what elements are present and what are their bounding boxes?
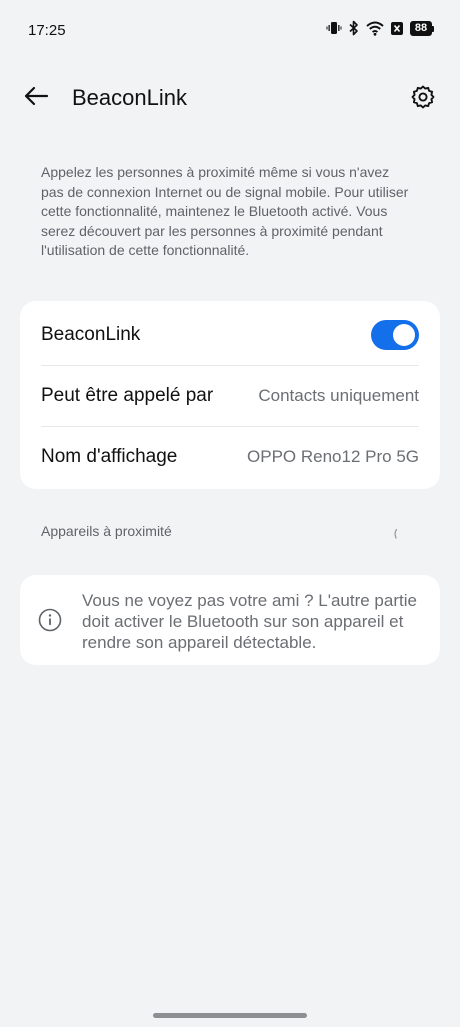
arrow-left-icon: [23, 86, 49, 111]
display-name-row[interactable]: Nom d'affichage OPPO Reno12 Pro 5G: [41, 426, 419, 487]
gear-icon: [410, 84, 436, 115]
app-bar: BeaconLink: [0, 70, 460, 126]
beaconlink-switch[interactable]: [371, 319, 419, 350]
info-icon: [38, 608, 62, 632]
display-name-label: Nom d'affichage: [41, 445, 178, 467]
info-message: Vous ne voyez pas votre ami ? L'autre pa…: [82, 591, 417, 652]
back-button[interactable]: [20, 84, 52, 112]
wifi-icon: [366, 21, 384, 36]
display-name-value: OPPO Reno12 Pro 5G: [247, 446, 419, 466]
bluetooth-icon: [348, 20, 360, 36]
switch-knob: [393, 323, 415, 346]
page-title: BeaconLink: [72, 85, 187, 110]
callable-by-label: Peut être appelé par: [41, 384, 214, 406]
loading-spinner-icon: [392, 527, 398, 539]
callable-by-row[interactable]: Peut être appelé par Contacts uniquement: [41, 365, 419, 426]
beaconlink-label: BeaconLink: [41, 323, 141, 345]
info-card: Vous ne voyez pas votre ami ? L'autre pa…: [20, 575, 440, 665]
no-sim-icon: [390, 21, 404, 36]
beaconlink-toggle-row[interactable]: BeaconLink: [41, 304, 419, 365]
home-indicator[interactable]: [153, 1013, 307, 1018]
status-bar: 17:25 88: [0, 0, 460, 60]
status-icons: 88: [326, 20, 434, 36]
vibrate-icon: [326, 20, 342, 36]
battery-icon: 88: [410, 20, 434, 36]
settings-button[interactable]: [408, 84, 438, 114]
status-time: 17:25: [28, 22, 66, 39]
settings-card: BeaconLink Peut être appelé par Contacts…: [20, 301, 440, 489]
feature-description: Appelez les personnes à proximité même s…: [41, 164, 409, 259]
nearby-devices-header: Appareils à proximité: [41, 523, 172, 539]
callable-by-value: Contacts uniquement: [258, 385, 419, 405]
